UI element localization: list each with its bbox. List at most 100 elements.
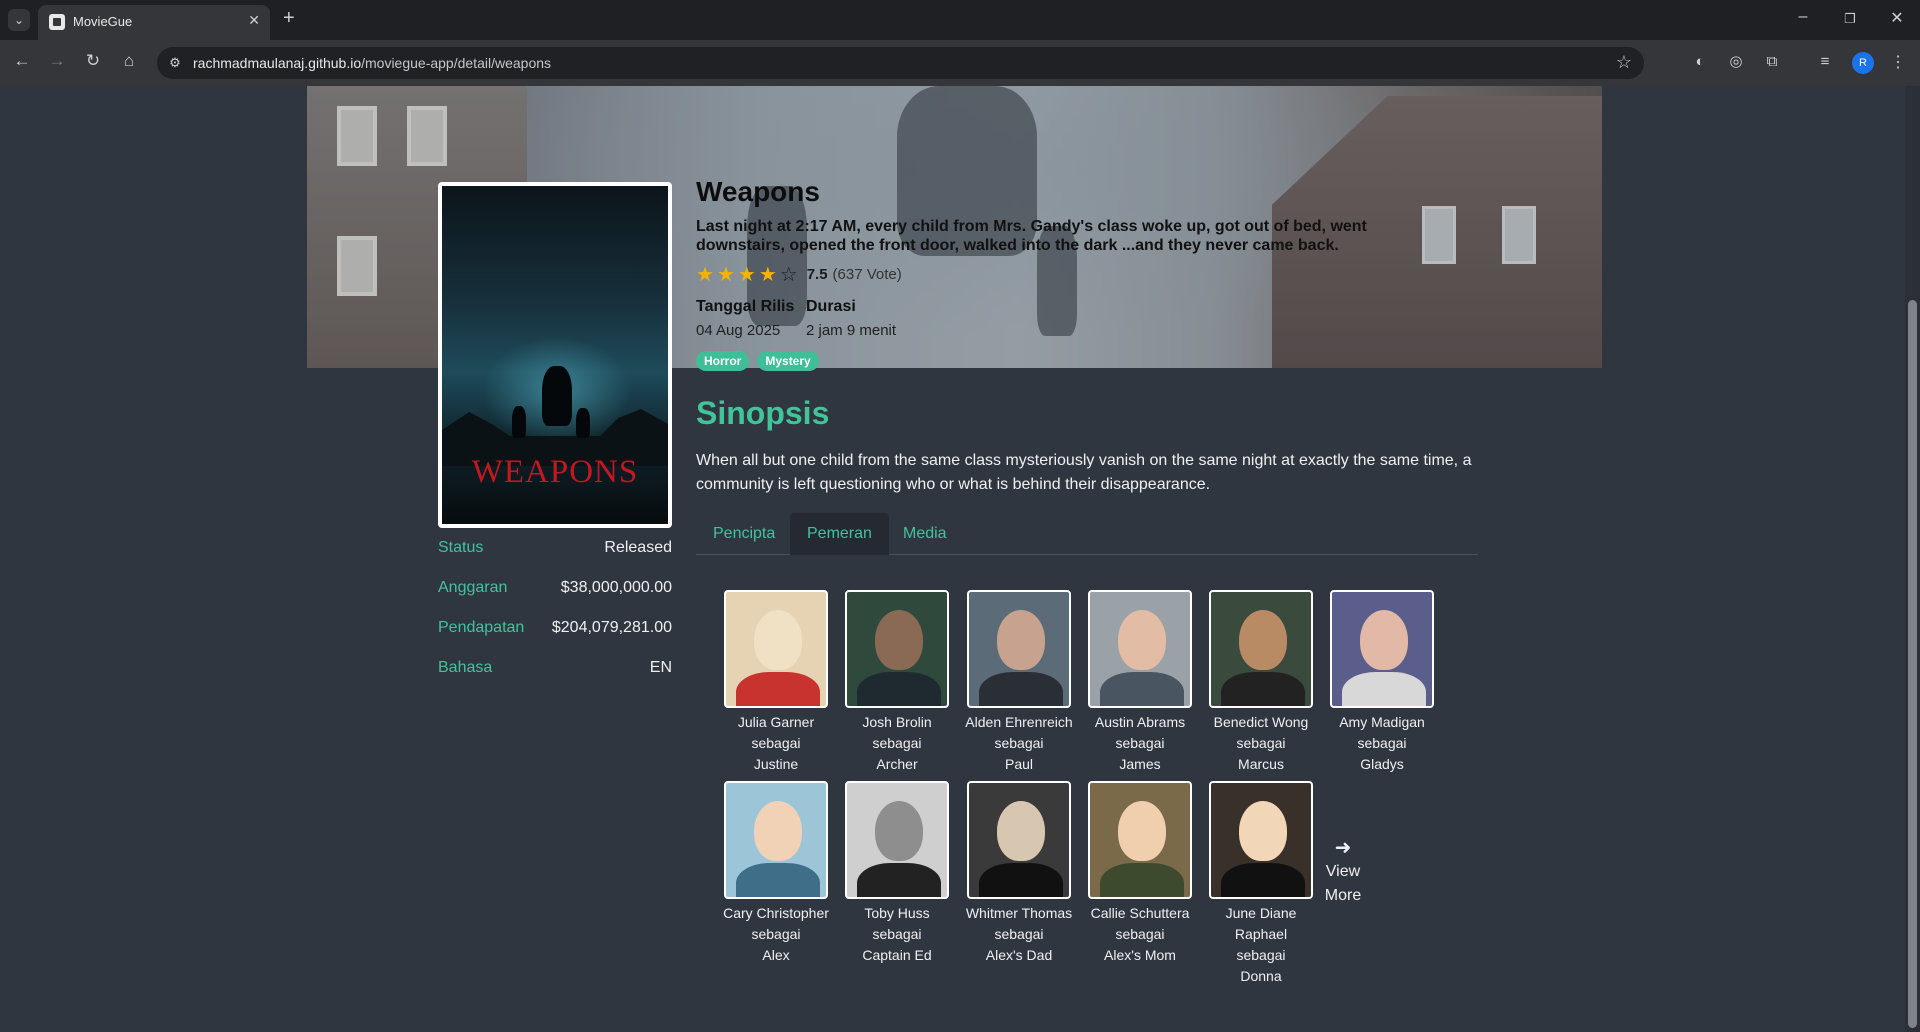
info-value: EN: [649, 659, 672, 676]
cast-as: sebagai: [1236, 947, 1286, 963]
view-more-label: View More: [1324, 863, 1362, 904]
cast-name: Amy Madigan: [1339, 714, 1425, 730]
cast-name: Cary Christopher: [723, 905, 829, 921]
forward-icon[interactable]: →: [45, 51, 69, 71]
color-extension-icon[interactable]: ◎: [1726, 52, 1746, 72]
info-value: $38,000,000.00: [560, 579, 672, 596]
menu-kebab-icon[interactable]: ⋮: [1890, 52, 1906, 72]
cast-as: sebagai: [994, 926, 1044, 942]
arrow-right-icon: ➜: [1334, 837, 1352, 859]
cast-name: Whitmer Thomas: [965, 905, 1073, 921]
cast-photo: [967, 590, 1071, 708]
info-bahasa: Bahasa EN: [438, 659, 672, 683]
cast-card[interactable]: June Diane Raphael sebagai Donna: [1207, 781, 1315, 987]
info-label: Anggaran: [438, 579, 508, 596]
cast-role: Gladys: [1360, 756, 1404, 772]
cast-name: Callie Schuttera: [1090, 905, 1190, 921]
cast-as: sebagai: [994, 735, 1044, 751]
cast-name: Julia Garner: [737, 714, 815, 730]
cast-card[interactable]: Toby Huss sebagai Captain Ed: [843, 781, 951, 966]
rating-stars-icon: ★★★★☆: [696, 263, 801, 286]
cast-photo: [1209, 781, 1313, 899]
tab-pencipta[interactable]: Pencipta: [696, 513, 792, 555]
info-status: Status Released: [438, 539, 672, 563]
cast-name: Josh Brolin: [862, 714, 932, 730]
cast-photo: [967, 781, 1071, 899]
site-info-icon[interactable]: ⚙: [167, 55, 183, 71]
tab-pemeran[interactable]: Pemeran: [790, 513, 889, 555]
cast-photo: [1209, 590, 1313, 708]
cast-card[interactable]: Callie Schuttera sebagai Alex's Mom: [1086, 781, 1194, 966]
browser-toolbar: ← → ↻ ⌂ ⚙ rachmadmaulanaj.github.io/movi…: [0, 40, 1920, 86]
cast-card[interactable]: Austin Abrams sebagai James: [1086, 590, 1194, 775]
release-value: 04 Aug 2025: [696, 322, 781, 339]
media-control-icon[interactable]: ≡: [1815, 52, 1835, 72]
sinopsis-heading: Sinopsis: [696, 395, 830, 431]
browser-tab[interactable]: MovieGue ✕: [38, 5, 270, 40]
extension-icon[interactable]: ◐: [1690, 52, 1710, 72]
cast-photo: [1088, 781, 1192, 899]
cast-role: Archer: [876, 756, 918, 772]
movie-tagline: Last night at 2:17 AM, every child from …: [696, 218, 1367, 254]
browser-tab-bar: ⌄ MovieGue ✕ + – ❐ ✕: [0, 0, 1920, 40]
cast-role: Marcus: [1238, 756, 1284, 772]
close-window-icon[interactable]: ✕: [1882, 8, 1912, 28]
cast-card[interactable]: Benedict Wong sebagai Marcus: [1207, 590, 1315, 775]
cast-role: Alex's Dad: [985, 947, 1053, 963]
cast-card[interactable]: Julia Garner sebagai Justine: [722, 590, 830, 775]
cast-as: sebagai: [1115, 735, 1165, 751]
movie-title: Weapons: [696, 176, 820, 207]
home-icon[interactable]: ⌂: [117, 51, 141, 71]
tab-title: MovieGue: [73, 14, 133, 29]
restore-icon[interactable]: ❐: [1835, 11, 1865, 27]
url-text[interactable]: rachmadmaulanaj.github.io/moviegue-app/d…: [193, 55, 551, 71]
cast-photo: [845, 781, 949, 899]
info-value: Released: [604, 539, 672, 556]
scrollbar-thumb[interactable]: [1908, 300, 1917, 1028]
cast-role: Paul: [1004, 756, 1034, 772]
close-tab-icon[interactable]: ✕: [248, 12, 260, 29]
info-label: Pendapatan: [438, 619, 525, 636]
rating-votes: (637 Vote): [832, 265, 902, 283]
cast-as: sebagai: [1357, 735, 1407, 751]
detail-tabs: Pencipta Pemeran Media: [696, 513, 1478, 555]
sinopsis-text: When all but one child from the same cla…: [696, 452, 1472, 493]
cast-role: Captain Ed: [862, 947, 932, 963]
extensions-puzzle-icon[interactable]: ⧉: [1762, 52, 1782, 72]
cast-name: Benedict Wong: [1213, 714, 1309, 730]
cast-card[interactable]: Whitmer Thomas sebagai Alex's Dad: [965, 781, 1073, 966]
cast-role: Donna: [1240, 968, 1282, 984]
back-icon[interactable]: ←: [10, 51, 34, 71]
cast-card[interactable]: Alden Ehrenreich sebagai Paul: [965, 590, 1073, 775]
cast-as: sebagai: [1115, 926, 1165, 942]
genre-badge: Horror: [696, 351, 750, 371]
cast-card[interactable]: Amy Madigan sebagai Gladys: [1328, 590, 1436, 775]
duration-value: 2 jam 9 menit: [806, 322, 897, 339]
cast-name: June Diane Raphael: [1225, 905, 1297, 942]
bookmark-star-icon[interactable]: ☆: [1616, 52, 1632, 73]
new-tab-icon[interactable]: +: [283, 7, 295, 30]
minimize-icon[interactable]: –: [1788, 8, 1818, 26]
cast-as: sebagai: [751, 735, 801, 751]
cast-role: Alex's Mom: [1104, 947, 1176, 963]
profile-avatar[interactable]: R: [1852, 52, 1874, 74]
tab-search-icon[interactable]: ⌄: [8, 9, 30, 31]
cast-card[interactable]: Josh Brolin sebagai Archer: [843, 590, 951, 775]
view-more-button[interactable]: ➜ View More: [1318, 838, 1368, 908]
cast-as: sebagai: [872, 735, 922, 751]
rating-value: 7.5: [806, 265, 828, 283]
cast-card[interactable]: Cary Christopher sebagai Alex: [722, 781, 830, 966]
info-label: Status: [438, 539, 484, 556]
reload-icon[interactable]: ↻: [81, 51, 105, 71]
info-pendapatan: Pendapatan $204,079,281.00: [438, 619, 672, 643]
tab-media[interactable]: Media: [886, 513, 964, 555]
cast-name: Alden Ehrenreich: [965, 714, 1073, 730]
info-label: Bahasa: [438, 659, 493, 676]
genre-badge: Mystery: [757, 351, 819, 371]
cast-as: sebagai: [872, 926, 922, 942]
cast-photo: [724, 590, 828, 708]
favicon-icon: [49, 14, 65, 30]
address-bar[interactable]: ⚙ rachmadmaulanaj.github.io/moviegue-app…: [157, 47, 1644, 79]
info-anggaran: Anggaran $38,000,000.00: [438, 579, 672, 603]
genre-list: Horror Mystery: [696, 351, 819, 371]
